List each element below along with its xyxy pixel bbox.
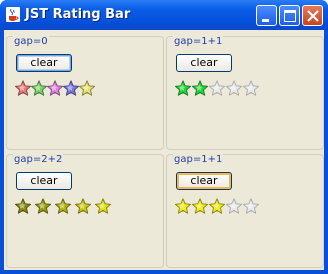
star-empty-icon[interactable] — [242, 79, 260, 97]
window-title: JST Rating Bar — [25, 7, 131, 22]
title-bar[interactable]: JST Rating Bar — [0, 0, 328, 30]
star-filled-icon[interactable] — [34, 197, 52, 215]
java-cup-icon — [6, 7, 20, 22]
maximize-icon — [284, 10, 296, 22]
star-empty-icon[interactable] — [208, 79, 226, 97]
star-filled-icon[interactable] — [78, 79, 96, 97]
rating-panel-2: gap=1+1 clear — [166, 36, 324, 150]
panel-title: gap=1+1 — [173, 36, 224, 47]
star-filled-icon[interactable] — [208, 197, 226, 215]
star-empty-icon[interactable] — [225, 197, 243, 215]
clear-button[interactable]: clear — [176, 172, 232, 190]
rating-panel-4: gap=1+1 clear — [166, 154, 324, 268]
clear-button[interactable]: clear — [16, 172, 72, 190]
star-empty-icon[interactable] — [242, 197, 260, 215]
star-filled-icon[interactable] — [174, 197, 192, 215]
rating-panel-3: gap=2+2 clear — [6, 154, 164, 268]
panel-title: gap=1+1 — [173, 154, 224, 165]
star-filled-icon[interactable] — [94, 197, 112, 215]
content-pane: gap=0 clear gap=1+1 clear gap=2+2 clear … — [4, 30, 324, 270]
maximize-button[interactable] — [279, 5, 300, 26]
star-filled-icon[interactable] — [191, 79, 209, 97]
minimize-button[interactable] — [256, 5, 277, 26]
clear-button[interactable]: clear — [16, 54, 72, 72]
panel-title: gap=0 — [13, 36, 49, 47]
minimize-icon — [262, 19, 269, 22]
close-icon — [307, 10, 319, 22]
clear-button[interactable]: clear — [176, 54, 232, 72]
app-window: JST Rating Bar gap=0 clear gap=1+1 clear… — [0, 0, 328, 274]
panel-title: gap=2+2 — [13, 154, 64, 165]
window-bottom-border — [0, 270, 328, 274]
close-button[interactable] — [302, 5, 323, 26]
rating-panel-1: gap=0 clear — [6, 36, 164, 150]
star-filled-icon[interactable] — [14, 197, 32, 215]
star-filled-icon[interactable] — [191, 197, 209, 215]
star-empty-icon[interactable] — [225, 79, 243, 97]
star-filled-icon[interactable] — [174, 79, 192, 97]
star-filled-icon[interactable] — [54, 197, 72, 215]
star-filled-icon[interactable] — [74, 197, 92, 215]
